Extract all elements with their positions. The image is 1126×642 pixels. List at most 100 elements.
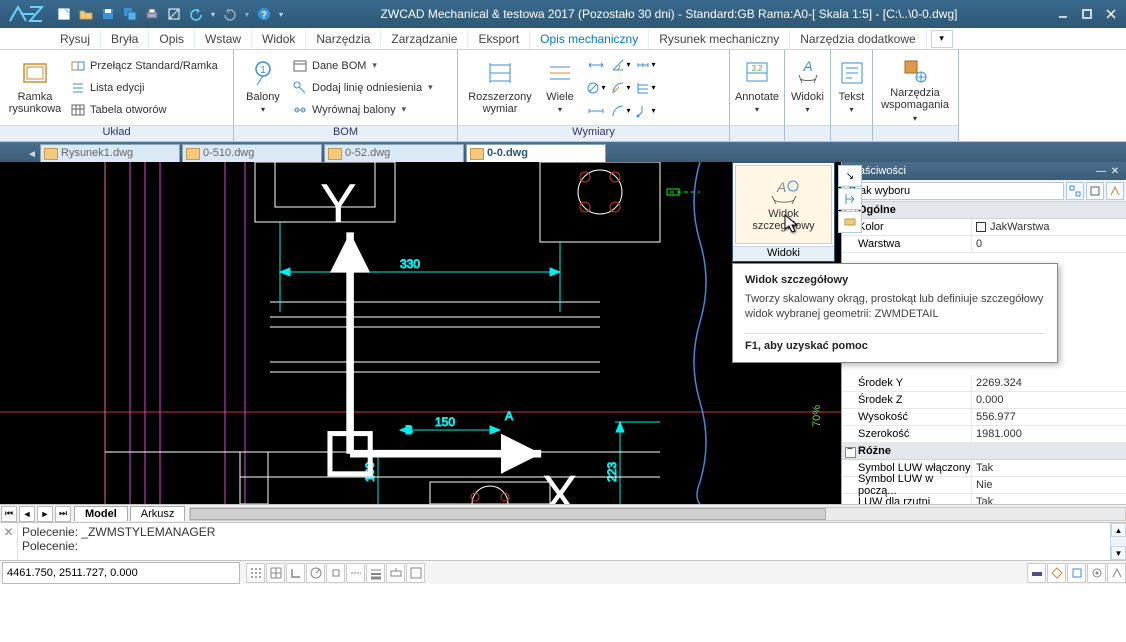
status-coords[interactable]: 4461.750, 2511.727, 0.000 <box>2 562 240 584</box>
otrack-toggle[interactable] <box>346 563 365 583</box>
menu-opis-mechaniczny[interactable]: Opis mechaniczny <box>530 29 649 49</box>
menu-rysunek-mechaniczny[interactable]: Rysunek mechaniczny <box>649 29 790 49</box>
prop-srodek-z[interactable]: Środek Z0.000 <box>842 392 1126 409</box>
prop-luw-rzutni[interactable]: LUW dla rzutniTak <box>842 494 1126 504</box>
prop-srodek-y[interactable]: Środek Y2269.324 <box>842 375 1126 392</box>
qat-saveall-icon[interactable] <box>120 4 140 24</box>
properties-close-icon[interactable]: ✕ <box>1108 164 1122 178</box>
drawing-canvas[interactable]: 330 150 B A 160 223 70% <box>0 162 841 504</box>
lista-edycji-button[interactable]: Lista edycji <box>68 77 220 99</box>
ortho-toggle[interactable] <box>286 563 305 583</box>
side-dim-icon[interactable] <box>838 211 862 233</box>
menu-opis[interactable]: Opis <box>149 29 195 49</box>
menu-bryla[interactable]: Bryła <box>101 29 149 49</box>
balony-button[interactable]: 1 Balony▾ <box>240 53 286 123</box>
sheet-nav-prev[interactable]: ◄ <box>19 506 35 522</box>
annotate-button[interactable]: 3.2 Annotate▾ <box>732 53 782 123</box>
widoki-button[interactable]: A Widoki▾ <box>787 53 828 123</box>
prop-kolor[interactable]: KolorJakWarstwa <box>842 219 1126 236</box>
dim-linear-icon[interactable] <box>584 100 608 122</box>
command-scroll[interactable]: ▲▼ <box>1110 523 1126 560</box>
qat-undo-icon[interactable] <box>186 4 206 24</box>
group-ogolne[interactable]: Ogólne <box>842 202 1126 219</box>
close-button[interactable] <box>1100 4 1122 24</box>
status-r5[interactable] <box>1107 563 1126 583</box>
sheet-nav-last[interactable]: ⏭ <box>55 506 71 522</box>
sheet-tab-model[interactable]: Model <box>74 506 128 521</box>
menu-zarzadzanie[interactable]: Zarządzanie <box>381 29 468 49</box>
side-arrow-icon[interactable]: ↘ <box>838 165 862 187</box>
doc-tab-3[interactable]: 0-0.dwg <box>466 144 606 162</box>
osnap-toggle[interactable] <box>326 563 345 583</box>
lwt-toggle[interactable] <box>366 563 385 583</box>
rozszerzony-wymiar-button[interactable]: Rozszerzony wymiar <box>464 53 536 123</box>
ramka-rysunkowa-button[interactable]: Ramka rysunkowa <box>6 53 64 123</box>
status-r3[interactable] <box>1067 563 1086 583</box>
props-btn-1[interactable] <box>1066 182 1084 200</box>
tekst-button[interactable]: Tekst▾ <box>833 53 870 123</box>
menu-overflow-button[interactable]: ▾ <box>931 30 953 48</box>
dane-bom-button[interactable]: Dane BOM <box>290 55 435 77</box>
dim-arc-icon[interactable] <box>609 100 633 122</box>
przelacz-button[interactable]: Przełącz Standard/Ramka <box>68 55 220 77</box>
qat-save-icon[interactable] <box>98 4 118 24</box>
qat-plot-icon[interactable] <box>164 4 184 24</box>
menu-narzedzia[interactable]: Narzędzia <box>306 29 381 49</box>
wyrownaj-balony-button[interactable]: Wyrównaj balony <box>290 99 435 121</box>
props-btn-3[interactable] <box>1106 182 1124 200</box>
command-close-icon[interactable]: ✕ <box>0 523 18 560</box>
dim-base-icon[interactable] <box>634 77 658 99</box>
doc-tab-0[interactable]: Rysunek1.dwg <box>40 144 180 162</box>
selection-combo[interactable]: Brak wyboru <box>844 182 1064 200</box>
dyn-toggle[interactable] <box>386 563 405 583</box>
side-section-icon[interactable] <box>838 188 862 210</box>
prop-wysokosc[interactable]: Wysokość556.977 <box>842 409 1126 426</box>
grid-toggle[interactable] <box>266 563 285 583</box>
narzedzia-wsp-button[interactable]: Narzędzia wspomagania▾ <box>875 53 955 123</box>
dim-dia-icon[interactable] <box>584 77 608 99</box>
properties-minimize-icon[interactable]: — <box>1094 164 1108 178</box>
dim-ord-icon[interactable] <box>634 100 658 122</box>
tabela-otworow-button[interactable]: Tabela otworów <box>68 99 220 121</box>
group-rozne[interactable]: Różne <box>842 443 1126 460</box>
menu-rysuj[interactable]: Rysuj <box>50 29 101 49</box>
sheet-nav-next[interactable]: ► <box>37 506 53 522</box>
dim-chain-icon[interactable] <box>634 54 658 76</box>
snap-toggle[interactable] <box>246 563 265 583</box>
maximize-button[interactable] <box>1076 4 1098 24</box>
qat-help-icon[interactable]: ? <box>254 4 274 24</box>
prop-luw-origin[interactable]: Symbol LUW w począ...Nie <box>842 477 1126 494</box>
menu-wstaw[interactable]: Wstaw <box>195 29 252 49</box>
doc-tab-1[interactable]: 0-510.dwg <box>182 144 322 162</box>
tab-nav-left[interactable]: ◄ <box>24 146 40 162</box>
prop-warstwa[interactable]: Warstwa0 <box>842 236 1126 253</box>
doc-tab-2[interactable]: 0-52.dwg <box>324 144 464 162</box>
sheet-nav-first[interactable]: ⏮ <box>1 506 17 522</box>
status-r2[interactable] <box>1047 563 1066 583</box>
dim-horiz-icon[interactable] <box>584 54 608 76</box>
menu-eksport[interactable]: Eksport <box>468 29 530 49</box>
prop-szerokosc[interactable]: Szerokość1981.000 <box>842 426 1126 443</box>
status-r1[interactable] <box>1027 563 1046 583</box>
horizontal-scrollbar[interactable] <box>189 507 1126 521</box>
menu-narzedzia-dodatkowe[interactable]: Narzędzia dodatkowe <box>790 29 926 49</box>
dim-rad-icon[interactable] <box>609 77 633 99</box>
polar-toggle[interactable] <box>306 563 325 583</box>
qat-new-icon[interactable] <box>54 4 74 24</box>
qat-open-icon[interactable] <box>76 4 96 24</box>
qat-undo-dd[interactable]: ▾ <box>208 4 218 24</box>
qat-redo-icon[interactable] <box>220 4 240 24</box>
sheet-tab-arkusz[interactable]: Arkusz <box>130 506 186 521</box>
props-btn-2[interactable] <box>1086 182 1104 200</box>
dodaj-linie-button[interactable]: Dodaj linię odniesienia <box>290 77 435 99</box>
menu-widok[interactable]: Widok <box>252 29 306 49</box>
qat-redo-dd[interactable]: ▾ <box>242 4 252 24</box>
wiele-button[interactable]: Wiele▾ <box>540 53 580 123</box>
qat-dd[interactable]: ▾ <box>276 4 286 24</box>
model-toggle[interactable] <box>406 563 425 583</box>
command-text[interactable]: Polecenie: _ZWMSTYLEMANAGER Polecenie: <box>18 523 1110 560</box>
qat-print-icon[interactable] <box>142 4 162 24</box>
status-r4[interactable] <box>1087 563 1106 583</box>
minimize-button[interactable] <box>1052 4 1074 24</box>
dim-angle-icon[interactable] <box>609 54 633 76</box>
